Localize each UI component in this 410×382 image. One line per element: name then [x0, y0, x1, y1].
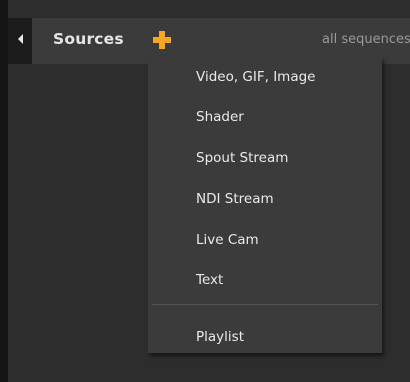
- collapse-button[interactable]: [8, 18, 32, 64]
- panel-title: Sources: [53, 30, 124, 48]
- menu-separator: [152, 304, 378, 305]
- caret-left-icon: [18, 34, 23, 44]
- menu-item-video-gif-image[interactable]: Video, GIF, Image: [148, 59, 382, 95]
- sequence-filter[interactable]: all sequences: [322, 32, 410, 47]
- menu-item-spout-stream[interactable]: Spout Stream: [148, 140, 382, 176]
- sources-panel: Sources all sequences Video, GIF, Image …: [0, 0, 410, 382]
- menu-item-text[interactable]: Text: [148, 262, 382, 298]
- plus-icon[interactable]: [153, 31, 171, 49]
- panel-edge: [0, 0, 8, 382]
- menu-item-playlist[interactable]: Playlist: [148, 319, 382, 355]
- menu-item-ndi-stream[interactable]: NDI Stream: [148, 181, 382, 217]
- add-source-menu: Video, GIF, Image Shader Spout Stream ND…: [148, 57, 382, 353]
- menu-item-live-cam[interactable]: Live Cam: [148, 222, 382, 258]
- menu-item-shader[interactable]: Shader: [148, 99, 382, 135]
